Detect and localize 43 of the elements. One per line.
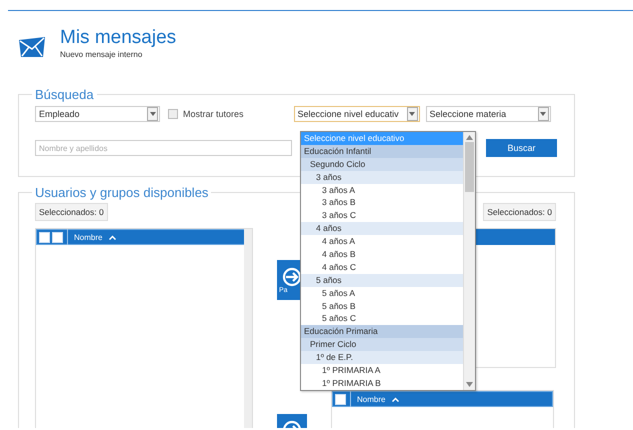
dropdown-option[interactable]: 3 años C	[301, 209, 463, 222]
checkbox[interactable]	[335, 394, 346, 404]
dropdown-option[interactable]: 5 años	[301, 274, 463, 287]
checkbox[interactable]	[52, 232, 63, 242]
checkbox[interactable]	[39, 232, 50, 242]
sort-caret-icon	[392, 396, 400, 402]
type-select[interactable]: Empleado	[35, 106, 160, 122]
name-search-field[interactable]: Nombre y apellidos	[35, 140, 292, 156]
dropdown-option[interactable]: 3 años A	[301, 184, 463, 196]
dropdown-option[interactable]: 5 años C	[301, 312, 463, 326]
scrollbar[interactable]	[463, 132, 475, 390]
envelope-icon	[18, 36, 46, 58]
column-header[interactable]: Nombre	[74, 232, 102, 242]
search-button[interactable]: Buscar	[486, 139, 557, 157]
page-subtitle: Nuevo mensaje interno	[60, 50, 144, 59]
selected-count: Seleccionados: 0	[483, 203, 556, 221]
checkbox-label: Mostrar tutores	[183, 109, 244, 119]
dropdown-option[interactable]: 4 años A	[301, 235, 463, 248]
section-legend: Búsqueda	[32, 87, 97, 102]
sort-caret-icon	[109, 234, 116, 240]
section-legend: Usuarios y grupos disponibles	[32, 186, 212, 200]
checkbox[interactable]	[168, 109, 178, 119]
dropdown-option[interactable]: Educación Primaria	[301, 325, 463, 338]
dropdown-option[interactable]: Educación Infantil	[301, 144, 463, 158]
page-title: Mis mensajes	[60, 27, 176, 49]
dropdown-option[interactable]: Primer Ciclo	[301, 338, 463, 352]
scroll-up-icon[interactable]	[466, 135, 473, 140]
scrollbar[interactable]	[244, 229, 252, 428]
column-header[interactable]: Nombre	[357, 394, 386, 404]
dropdown-option[interactable]: 1º PRIMARIA B	[301, 376, 463, 390]
scroll-thumb[interactable]	[465, 142, 474, 192]
dropdown-option[interactable]: 5 años B	[301, 300, 463, 312]
dropdown-option[interactable]: Segundo Ciclo	[301, 158, 463, 171]
dropdown-option[interactable]: 3 años B	[301, 196, 463, 210]
dropdown-option[interactable]: 1º PRIMARIA A	[301, 364, 463, 377]
subject-select[interactable]: Seleccione materia	[426, 106, 551, 122]
scroll-down-icon[interactable]	[466, 382, 473, 387]
selected-count: Seleccionados: 0	[35, 203, 108, 221]
level-select[interactable]: Seleccione nivel educativ	[294, 106, 420, 122]
dropdown-option[interactable]: 4 años B	[301, 248, 463, 261]
dropdown-option[interactable]: 4 años	[301, 222, 463, 236]
dropdown-option[interactable]: 1º de E.P.	[301, 351, 463, 364]
dropdown-option[interactable]: 3 años	[301, 170, 463, 184]
